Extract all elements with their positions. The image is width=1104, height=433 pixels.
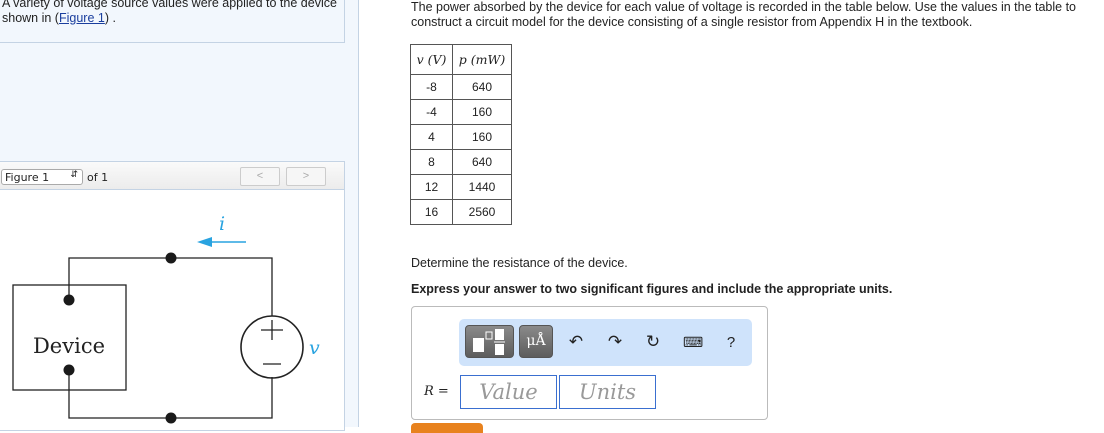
undo-icon[interactable]: ↶ (566, 332, 586, 352)
figure-count: of 1 (87, 171, 109, 184)
cell: 8 (410, 149, 453, 175)
table-row: 16 2560 (410, 199, 512, 225)
figure-link[interactable]: Figure 1 (59, 11, 105, 25)
reset-icon[interactable]: ↻ (643, 332, 663, 352)
answer-box: μÅ ↶ ↷ ↻ ⌨ ? R = Value Units (411, 306, 768, 420)
circuit-diagram: Device i v (12, 213, 320, 424)
intro-text-after: ) . (104, 11, 116, 25)
table-row: 8 640 (410, 149, 512, 175)
arrow-head-icon (197, 237, 212, 247)
question-prompt: Determine the resistance of the device. (411, 256, 628, 270)
voltage-label: v (309, 337, 320, 359)
cell: 4 (410, 124, 453, 150)
cell: 12 (410, 174, 453, 200)
units-button[interactable]: μÅ (519, 325, 553, 358)
figure-select[interactable]: Figure 1 ⇵ (1, 169, 83, 185)
cell: 160 (452, 99, 512, 125)
math-toolbar: μÅ ↶ ↷ ↻ ⌨ ? (459, 319, 752, 366)
figure-panel: Figure 1 ⇵ of 1 < > Device i v (0, 161, 345, 431)
cell: 1440 (452, 174, 512, 200)
templates-button[interactable] (465, 325, 514, 358)
cell: 2560 (452, 199, 512, 225)
keyboard-icon[interactable]: ⌨ (683, 334, 703, 351)
next-figure-button[interactable]: > (286, 167, 326, 186)
table-row: 12 1440 (410, 174, 512, 200)
help-button[interactable]: ? (721, 334, 741, 351)
fraction-template-icon (473, 329, 505, 355)
prev-figure-button[interactable]: < (240, 167, 280, 186)
header-voltage: v (V) (410, 44, 453, 75)
problem-text: The power absorbed by the device for eac… (411, 0, 1104, 30)
cell: -4 (410, 99, 453, 125)
select-arrows-icon: ⇵ (70, 170, 78, 180)
table-row: -4 160 (410, 99, 512, 125)
data-table: v (V) p (mW) -8 640 -4 160 4 160 8 640 12 1440… (410, 44, 512, 225)
current-label: i (219, 213, 225, 235)
left-panel: A variety of voltage source values were … (0, 0, 359, 431)
table-row: 4 160 (410, 124, 512, 150)
figure-toolbar: Figure 1 ⇵ of 1 < > (0, 162, 344, 190)
bottom-wire (68, 370, 273, 419)
top-wire (68, 257, 273, 316)
device-label: Device (33, 334, 105, 358)
problem-text-line: construct a circuit model for the device… (411, 15, 973, 29)
figure-select-value: Figure 1 (5, 171, 50, 184)
cell: -8 (410, 74, 453, 100)
cell: 160 (452, 124, 512, 150)
submit-button[interactable] (411, 423, 483, 433)
table-row: -8 640 (410, 74, 512, 100)
intro-text-before: A variety of voltage source values were … (2, 0, 337, 25)
units-input[interactable]: Units (559, 375, 656, 409)
redo-icon[interactable]: ↷ (605, 332, 625, 352)
header-power: p (mW) (452, 44, 512, 75)
cell: 16 (410, 199, 453, 225)
answer-label: R = (424, 384, 449, 399)
value-input[interactable]: Value (460, 375, 557, 409)
question-instruction: Express your answer to two significant f… (411, 282, 893, 296)
cell: 640 (452, 74, 512, 100)
intro-text: A variety of voltage source values were … (0, 0, 345, 43)
problem-text-line: The power absorbed by the device for eac… (411, 0, 1076, 14)
cell: 640 (452, 149, 512, 175)
